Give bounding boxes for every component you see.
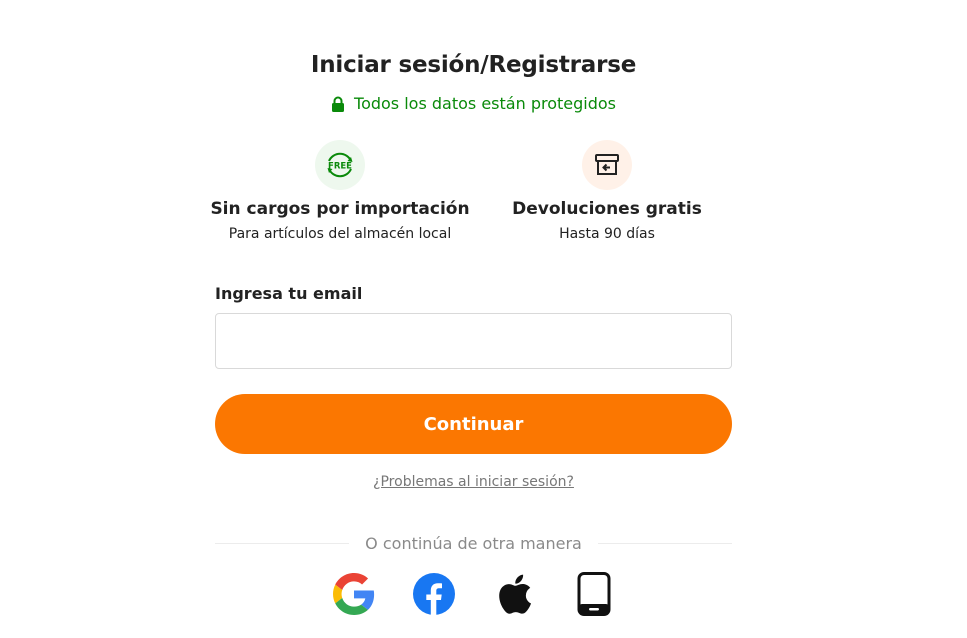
- lock-icon: [331, 96, 345, 112]
- google-icon: [333, 573, 375, 615]
- social-login-row: [333, 572, 615, 616]
- phone-icon: [577, 572, 611, 616]
- login-page: Iniciar sesión/Registrarse Todos los dat…: [0, 0, 967, 638]
- benefit-free-import: FREE Sin cargos por importación Para art…: [190, 140, 490, 242]
- free-icon: FREE: [315, 140, 365, 190]
- alt-login-divider: O continúa de otra manera: [215, 534, 733, 553]
- free-icon-text: FREE: [328, 162, 352, 172]
- secure-text: Todos los datos están protegidos: [354, 94, 616, 113]
- google-login-button[interactable]: [333, 572, 375, 616]
- divider-text: O continúa de otra manera: [365, 534, 582, 553]
- trouble-link-row: ¿Problemas al iniciar sesión?: [0, 474, 947, 490]
- apple-login-button[interactable]: [493, 572, 535, 616]
- continue-button[interactable]: Continuar: [215, 394, 732, 454]
- benefit-subtitle: Hasta 90 días: [559, 226, 655, 242]
- secure-notice: Todos los datos están protegidos: [0, 94, 947, 113]
- trouble-signin-link[interactable]: ¿Problemas al iniciar sesión?: [373, 474, 574, 490]
- email-label: Ingresa tu email: [215, 284, 363, 303]
- phone-login-button[interactable]: [573, 572, 615, 616]
- divider-line: [215, 543, 350, 544]
- return-box-icon: [582, 140, 632, 190]
- benefit-title: Devoluciones gratis: [512, 199, 702, 219]
- benefit-subtitle: Para artículos del almacén local: [228, 226, 452, 242]
- page-title: Iniciar sesión/Registrarse: [310, 52, 637, 78]
- apple-icon: [499, 574, 531, 614]
- facebook-login-button[interactable]: [413, 572, 455, 616]
- facebook-icon: [413, 573, 455, 615]
- benefit-free-returns: Devoluciones gratis Hasta 90 días: [457, 140, 757, 242]
- divider-line: [597, 543, 733, 544]
- email-input[interactable]: [215, 313, 732, 369]
- benefit-title: Sin cargos por importación: [210, 199, 470, 219]
